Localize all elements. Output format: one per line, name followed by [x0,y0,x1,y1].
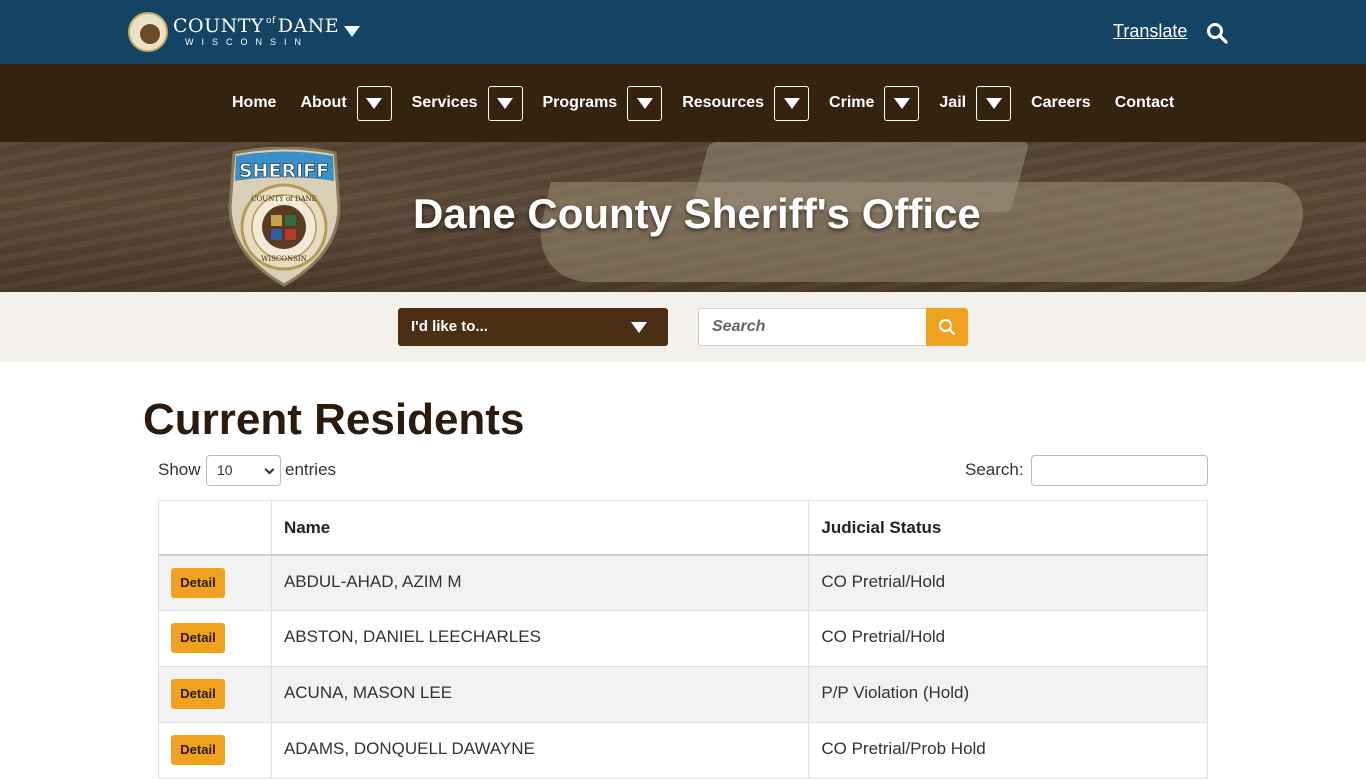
badge-bottom-text: WISCONSIN [261,255,307,263]
site-search-input[interactable] [698,308,926,346]
table-cell-status: P/P Violation (Hold) [808,666,1208,723]
sheriff-badge-icon: SHERIFF COUNTY of DANE WISCONSIN [228,147,341,287]
table-row: Detail ADAMS, DONQUELL DAWAYNE CO Pretri… [158,722,1208,779]
detail-button[interactable]: Detail [171,735,225,765]
wordmark-of: of [265,16,276,26]
residents-table: Name Judicial Status Detail ABDUL-AHAD, … [158,500,1208,779]
detail-button[interactable]: Detail [171,679,225,709]
nav-resources[interactable]: Resources [682,94,764,112]
nav-about-toggle[interactable] [356,85,392,121]
county-seal-icon [128,12,168,52]
action-strip: I'd like to... [0,292,1366,362]
page-title: Current Residents [143,395,525,444]
table-cell-status: CO Pretrial/Hold [808,610,1208,667]
nav-about[interactable]: About [300,94,346,112]
caret-down-icon [893,97,910,109]
i-like-to-dropdown[interactable]: I'd like to... [398,308,668,346]
nav-jail-toggle[interactable] [976,85,1012,121]
wordmark-state: WISCONSIN [185,37,310,47]
nav-resources-toggle[interactable] [774,85,810,121]
search-icon[interactable] [1206,22,1228,44]
caret-down-icon [497,97,513,109]
table-row: Detail ABSTON, DANIEL LEECHARLES CO Pret… [158,610,1208,667]
entries-per-page-select[interactable]: 10 [206,455,281,486]
column-header-actions[interactable] [158,500,272,556]
nav-programs-toggle[interactable] [627,85,663,121]
table-cell-name: ABDUL-AHAD, AZIM M [270,554,810,611]
table-search-label: Search: [965,460,1024,479]
caret-down-icon [366,97,383,109]
table-cell-action: Detail [158,554,272,611]
site-title: Dane County Sheriff's Office [413,190,981,237]
site-search-button[interactable] [926,308,968,346]
nav-services[interactable]: Services [412,94,478,112]
nav-services-toggle[interactable] [487,85,523,121]
wordmark-dane: DANE [277,15,340,37]
caret-down-icon [985,97,1002,109]
nav-contact[interactable]: Contact [1115,94,1175,112]
i-like-to-label: I'd like to... [411,318,488,335]
county-menu-caret-icon[interactable] [344,26,360,37]
table-row: Detail ACUNA, MASON LEE P/P Violation (H… [158,666,1208,723]
badge-ring-text: COUNTY of DANE [251,195,317,203]
translate-link[interactable]: Translate [1113,21,1187,42]
column-header-name[interactable]: Name [270,500,810,556]
wordmark-county: COUNTY [173,15,264,37]
detail-button[interactable]: Detail [171,623,225,653]
entries-selected-value: 10 [217,462,233,478]
entries-label: entries [285,460,337,479]
table-cell-status: CO Pretrial/Prob Hold [808,722,1208,779]
nav-crime-toggle[interactable] [884,85,920,121]
caret-down-icon [636,97,653,109]
column-header-judicial-status[interactable]: Judicial Status [808,500,1208,556]
badge-label: SHERIFF [239,160,329,182]
detail-button[interactable]: Detail [171,567,225,598]
top-bar: COUNTY of DANE WISCONSIN Translate [0,0,1366,64]
nav-programs[interactable]: Programs [543,94,618,112]
table-search-input[interactable] [1031,455,1208,486]
nav-crime[interactable]: Crime [829,94,874,112]
table-row: Detail ABDUL-AHAD, AZIM M CO Pretrial/Ho… [158,554,1208,611]
county-logo[interactable]: COUNTY of DANE WISCONSIN [128,12,339,52]
county-wordmark: COUNTY of DANE WISCONSIN [173,17,339,47]
table-cell-status: CO Pretrial/Hold [808,554,1208,611]
table-cell-action: Detail [158,722,272,779]
nav-home[interactable]: Home [232,94,276,112]
table-cell-name: ACUNA, MASON LEE [270,666,810,723]
main-navigation: Home About Services Programs Resources C… [0,64,1366,142]
show-label: Show [158,460,201,479]
nav-jail[interactable]: Jail [939,94,966,112]
nav-careers[interactable]: Careers [1031,94,1091,112]
search-icon [939,319,956,336]
caret-down-icon [783,97,800,109]
table-cell-action: Detail [158,610,272,667]
caret-down-icon [631,322,647,333]
table-header-row: Name Judicial Status [158,500,1208,556]
table-cell-name: ADAMS, DONQUELL DAWAYNE [270,722,810,779]
chevron-down-icon [264,464,275,475]
table-cell-name: ABSTON, DANIEL LEECHARLES [270,610,810,667]
table-cell-action: Detail [158,666,272,723]
